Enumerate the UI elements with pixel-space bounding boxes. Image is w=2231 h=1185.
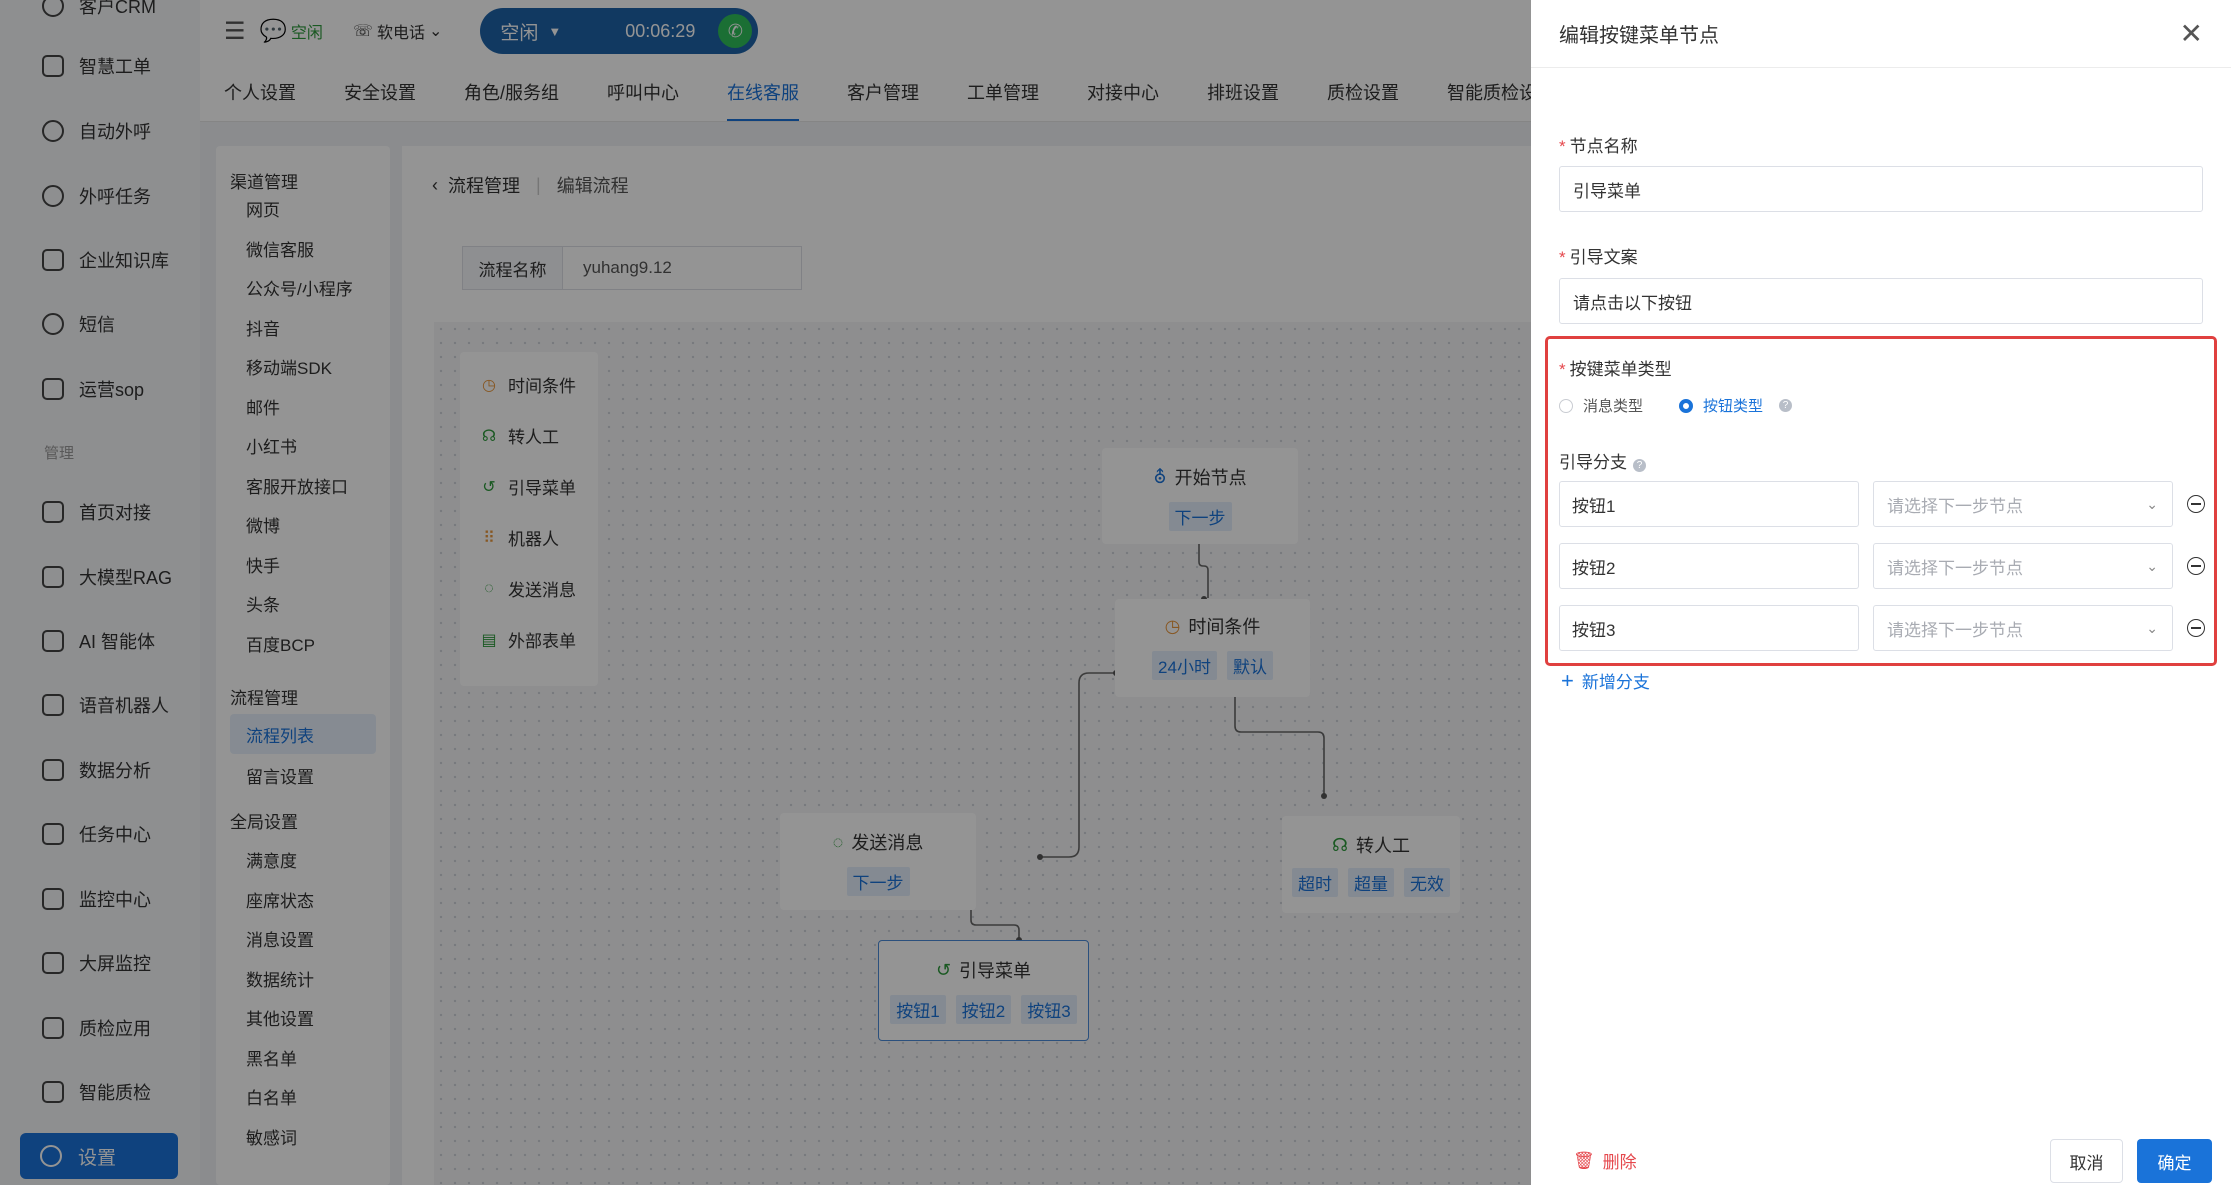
modal-overlay[interactable] <box>0 0 1531 1185</box>
guide-text-label: * 引导文案 <box>1559 248 1638 267</box>
branch-next-node-select[interactable]: 请选择下一步节点 ⌄ <box>1873 543 2173 589</box>
delete-button[interactable]: 🗑 删除 <box>1573 1148 1637 1173</box>
branch-row-2: 按钮2 请选择下一步节点 ⌄ <box>1559 543 2205 589</box>
node-name-label: * 节点名称 <box>1559 137 1638 156</box>
radio-checked-icon <box>1679 398 1694 413</box>
branch-name-input[interactable]: 按钮1 <box>1559 481 1859 527</box>
chevron-down-icon: ⌄ <box>2146 557 2158 574</box>
guide-text-input[interactable]: 请点击以下按钮 <box>1559 278 2203 324</box>
edit-menu-node-drawer: 编辑按键菜单节点 ✕ * 节点名称 引导菜单 * 引导文案 请点击以下按钮 * 按键菜… <box>1531 0 2231 1185</box>
branch-next-node-select[interactable]: 请选择下一步节点 ⌄ <box>1873 605 2173 651</box>
menu-type-radio-group: 消息类型 按钮类型? <box>1559 395 1828 416</box>
remove-branch-icon[interactable] <box>2187 495 2205 513</box>
drawer-header: 编辑按键菜单节点 ✕ <box>1531 0 2231 68</box>
branch-name-input[interactable]: 按钮2 <box>1559 543 1859 589</box>
node-name-input[interactable]: 引导菜单 <box>1559 166 2203 212</box>
branch-label: 引导分支? <box>1559 448 1646 473</box>
cancel-button[interactable]: 取消 <box>2050 1139 2123 1183</box>
branch-next-node-select[interactable]: 请选择下一步节点 ⌄ <box>1873 481 2173 527</box>
help-icon[interactable]: ? <box>1633 459 1646 472</box>
radio-button-type[interactable]: 按钮类型? <box>1679 395 1793 416</box>
help-icon[interactable]: ? <box>1779 399 1793 412</box>
add-branch-button[interactable]: + 新增分支 <box>1561 668 1650 693</box>
menu-type-label: * 按键菜单类型 <box>1559 360 1672 379</box>
branch-row-3: 按钮3 请选择下一步节点 ⌄ <box>1559 605 2205 651</box>
remove-branch-icon[interactable] <box>2187 557 2205 575</box>
branch-name-input[interactable]: 按钮3 <box>1559 605 1859 651</box>
drawer-footer: 🗑 删除 取消 确定 <box>1531 1130 2231 1185</box>
confirm-button[interactable]: 确定 <box>2137 1139 2212 1183</box>
branch-row-1: 按钮1 请选择下一步节点 ⌄ <box>1559 481 2205 527</box>
plus-icon: + <box>1561 667 1574 693</box>
drawer-title: 编辑按键菜单节点 <box>1559 25 1719 47</box>
chevron-down-icon: ⌄ <box>2146 619 2158 636</box>
radio-circle-icon <box>1559 398 1573 413</box>
chevron-down-icon: ⌄ <box>2146 495 2158 512</box>
remove-branch-icon[interactable] <box>2187 619 2205 637</box>
trash-icon: 🗑 <box>1573 1150 1595 1170</box>
close-icon[interactable]: ✕ <box>2180 20 2203 48</box>
radio-message-type[interactable]: 消息类型 <box>1559 395 1643 416</box>
